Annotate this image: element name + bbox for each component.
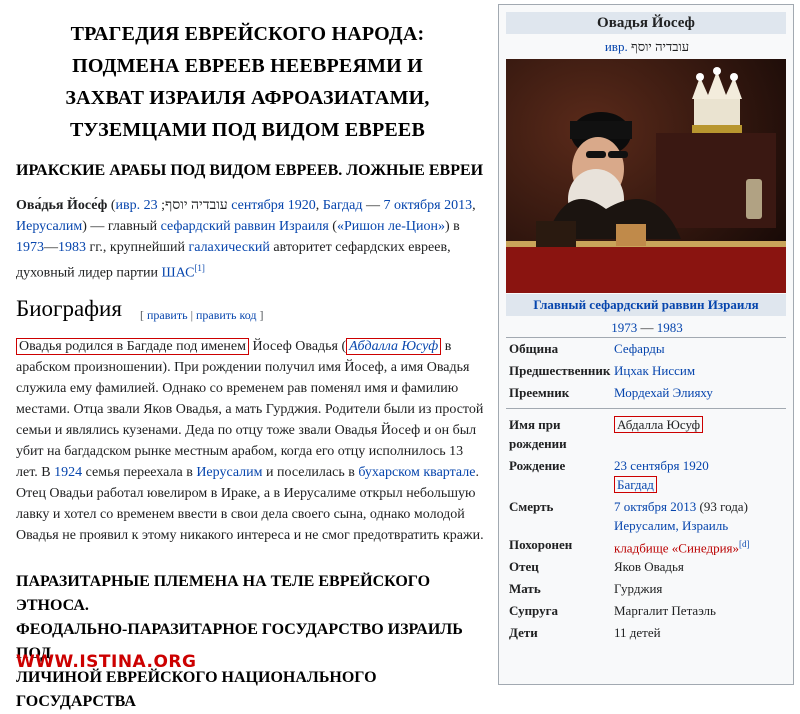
death-place-link[interactable]: Иерусалим <box>16 219 82 234</box>
infobox-native-name: ивр. עובדיה יוסף <box>499 39 795 55</box>
edit-code-link[interactable]: править код <box>196 308 257 322</box>
rabbi-portrait-photo[interactable] <box>506 59 786 293</box>
year-from-link[interactable]: 1973 <box>16 240 44 255</box>
infobox-caption[interactable]: Главный сефардский раввин Израиля <box>506 294 786 316</box>
row-label-community: Община <box>509 341 559 356</box>
banner-line: ПОДМЕНА ЕВРЕЕВ НЕЕВРЕЯМИ И <box>72 55 423 77</box>
death-age: (93 года) <box>699 499 748 514</box>
bio-text: в арабском произношении). При рождении п… <box>16 339 484 480</box>
divider <box>506 337 786 338</box>
article-column: ТРАГЕДИЯ ЕВРЕЙСКОГО НАРОДА: ПОДМЕНА ЕВРЕ… <box>0 0 495 710</box>
row-label-spouse: Супруга <box>509 603 559 618</box>
bio-text: и поселилась в <box>266 465 355 480</box>
year-from-link[interactable]: 1973 <box>611 320 637 335</box>
row-value-death: 7 октября 2013 (93 года) Иерусалим, Израи… <box>614 497 789 535</box>
article-name: Ова́дья Йосе́ф <box>16 198 108 213</box>
rishon-link[interactable]: «Ришон ле-Цион» <box>337 219 445 234</box>
row-label-buried: Похоронен <box>509 537 573 552</box>
banner-line: ТРАГЕДИЯ ЕВРЕЙСКОГО НАРОДА: <box>70 23 425 45</box>
row-label-birth: Рождение <box>509 458 566 473</box>
reference-link[interactable]: [1] <box>194 263 205 273</box>
site-logo[interactable]: WWW.ISTINA.ORG <box>16 652 196 672</box>
row-value-buried: кладбище «Синедрия»[d] <box>614 535 789 557</box>
year-1924-link[interactable]: 1924 <box>54 465 82 480</box>
cemetery-link[interactable]: кладбище «Синедрия» <box>614 540 739 555</box>
year-to-link[interactable]: 1983 <box>657 320 683 335</box>
section-title-biography: Биография <box>16 296 122 321</box>
row-label-father: Отец <box>509 559 539 574</box>
infobox: Овадья Йосеф ивр. עובדיה יוסף Главный се… <box>498 4 794 685</box>
infobox-years: 1973 — 1983 <box>499 320 795 336</box>
row-label-predecessor: Предшественник <box>509 363 611 378</box>
divider <box>506 408 786 409</box>
row-value-community[interactable]: Сефарды <box>614 339 789 358</box>
row-value-birth-name: Абдалла Юсуф <box>614 415 789 434</box>
intro-text: — главный <box>90 219 158 234</box>
lang-link[interactable]: ивр. <box>605 39 628 54</box>
reference-link[interactable]: [d] <box>739 539 750 549</box>
row-value-successor[interactable]: Мордехай Элияху <box>614 383 789 402</box>
banner-line: ЗАХВАТ ИЗРАИЛЯ АФРОАЗИАТАМИ, <box>65 87 430 109</box>
row-label-death: Смерть <box>509 499 554 514</box>
death-place-link[interactable]: Иерусалим, Израиль <box>614 518 728 533</box>
bukharan-quarter-link[interactable]: бухарском квартале <box>358 465 475 480</box>
section-edit-links: [ правит­ь | править код ] <box>140 308 264 322</box>
edit-link[interactable]: правит­ь <box>147 308 188 322</box>
intro-text: гг., крупнейший <box>89 240 185 255</box>
chief-rabbi-link[interactable]: сефардский раввин Израиля <box>161 219 329 234</box>
bio-text: Йосеф Овадья ( <box>252 339 347 354</box>
row-value-mother: Гурджия <box>614 581 663 596</box>
hebrew-name: עובדיה יוסף <box>165 198 228 213</box>
highlight-box: Овадья родился в Багдаде под именем <box>16 338 249 355</box>
highlight-box: Абдалла Юсуф <box>614 416 704 433</box>
lang-link[interactable]: ивр. <box>116 198 141 213</box>
shas-link[interactable]: ШАС <box>162 266 195 281</box>
birth-name-link[interactable]: Абдалла Юсуф <box>349 339 438 354</box>
year-dash: — <box>640 320 654 335</box>
row-label-children: Дети <box>509 625 538 640</box>
birth-place-link[interactable]: Багдад <box>617 477 654 492</box>
death-date-link[interactable]: 7 октября 2013 <box>384 198 473 213</box>
infobox-title: Овадья Йосеф <box>506 12 786 34</box>
jerusalem-link[interactable]: Иерусалим <box>196 465 262 480</box>
row-label-successor: Преемник <box>509 385 570 400</box>
bottom-heading: ПАРАЗИТАРНЫЕ ПЛЕМЕНА НА ТЕЛЕ ЕВРЕЙСКОГО … <box>16 570 491 714</box>
row-value-children: 11 детей <box>614 625 661 640</box>
highlight-box-name: Абдалла Юсуф <box>346 338 442 355</box>
row-value-predecessor[interactable]: Ицхак Ниссим <box>614 361 789 380</box>
banner-line: ТУЗЕМЦАМИ ПОД ВИДОМ ЕВРЕЕВ <box>69 119 426 141</box>
hebrew-name: עובדיה יוסף <box>630 39 690 54</box>
bio-text: семья переехала в <box>85 465 193 480</box>
banner-heading: ТРАГЕДИЯ ЕВРЕЙСКОГО НАРОДА: ПОДМЕНА ЕВРЕ… <box>20 18 475 146</box>
death-date-link[interactable]: 7 октября 2013 <box>614 499 696 514</box>
birth-place-link[interactable]: Багдад <box>323 198 363 213</box>
row-label-mother: Мать <box>509 581 541 596</box>
bottom-line: ПАРАЗИТАРНЫЕ ПЛЕМЕНА НА ТЕЛЕ ЕВРЕЙСКОГО … <box>16 573 431 614</box>
year-to-link[interactable]: 1983 <box>58 240 86 255</box>
row-value-spouse: Маргалит Петаэль <box>614 603 716 618</box>
halachic-link[interactable]: галахический <box>188 240 269 255</box>
row-value-birth: 23 сентября 1920 Багдад <box>614 456 789 494</box>
biography-paragraph: Овадья родился в Багдаде под именем Йосе… <box>16 336 484 546</box>
bottom-line: ЛИЧИНОЙ ЕВРЕЙСКОГО НАЦИОНАЛЬНОГО ГОСУДАР… <box>16 669 377 710</box>
intro-paragraph: Ова́дья Йосе́ф (ивр. עובדיה יוסף; 23 сен… <box>16 198 476 281</box>
row-value-father: Яков Овадья <box>614 559 684 574</box>
subheading: ИРАКСКИЕ АРАБЫ ПОД ВИДОМ ЕВРЕЕВ. ЛОЖНЫЕ … <box>16 162 484 179</box>
row-label-birth-name: Имя при рождении <box>509 417 567 451</box>
birth-date-link[interactable]: 23 сентября 1920 <box>614 458 709 473</box>
